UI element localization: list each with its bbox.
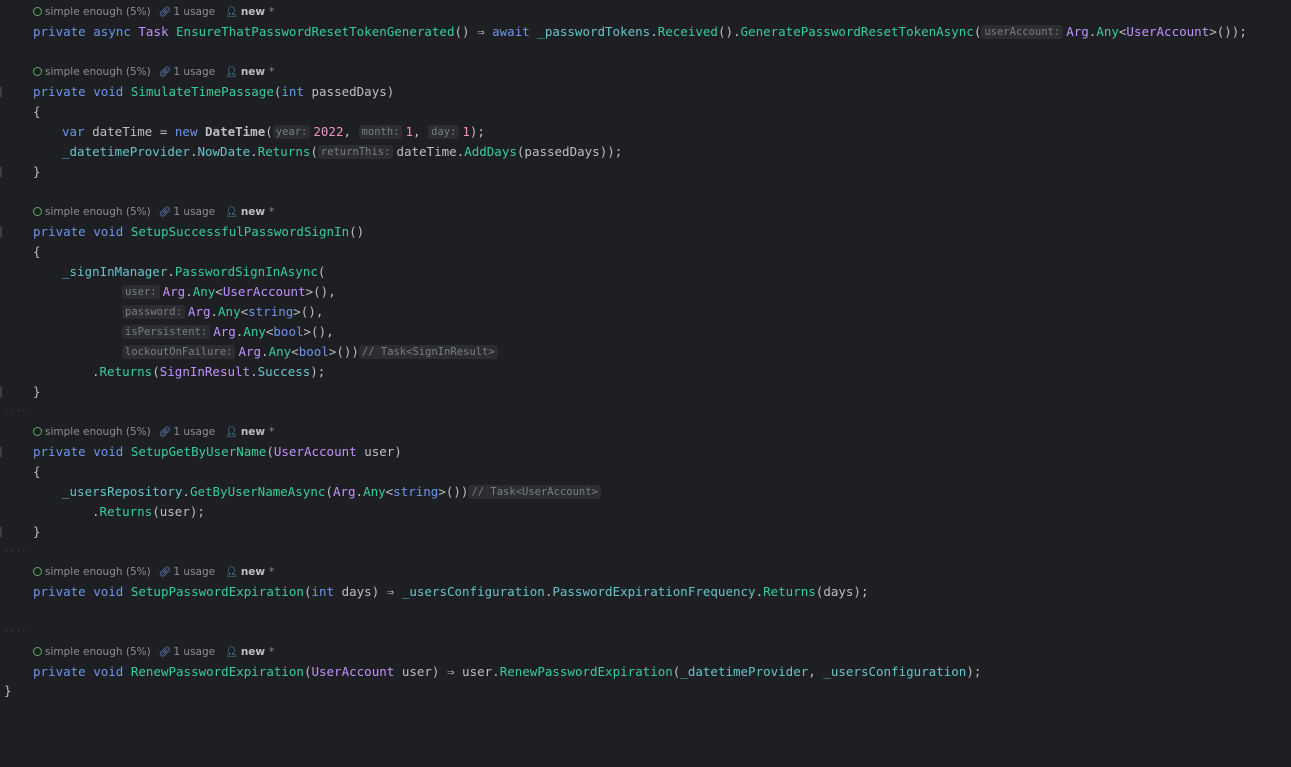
code-line: }: [33, 524, 41, 539]
code-line: _usersRepository.GetByUserNameAsync(Arg.…: [62, 482, 601, 502]
code-lens[interactable]: simple enough (5%) 🔗︎ 1 usage 👤︎ new *: [33, 2, 274, 22]
param-hint: isPersistent:: [122, 325, 211, 339]
complexity-label[interactable]: simple enough (5%): [45, 206, 151, 218]
author-icon: 👤︎: [225, 67, 238, 78]
gutter-fold-marker[interactable]: [0, 87, 2, 97]
usages-label[interactable]: 1 usage: [173, 426, 215, 438]
code-line: .Returns(user);: [92, 504, 205, 519]
code-lens[interactable]: simple enough (5%) 🔗︎ 1 usage 👤︎ new *: [33, 202, 274, 222]
usages-icon: 🔗︎: [158, 207, 172, 218]
complexity-icon: [33, 67, 42, 76]
modified-marker: *: [269, 426, 275, 438]
code-line: password: Arg.Any<string>(),: [122, 302, 323, 322]
complexity-label[interactable]: simple enough (5%): [45, 6, 151, 18]
author-icon: 👤︎: [225, 7, 238, 18]
usages-icon: 🔗︎: [158, 7, 172, 18]
usages-icon: 🔗︎: [158, 67, 172, 78]
usages-label[interactable]: 1 usage: [173, 566, 215, 578]
method-name: SetupPasswordExpiration: [130, 584, 304, 599]
param-hint: day:: [428, 125, 460, 139]
param-hint: lockoutOnFailure:: [122, 345, 236, 359]
code-line: private async Task EnsureThatPasswordRes…: [33, 24, 1247, 39]
gutter-fold-marker[interactable]: [0, 387, 2, 397]
gutter-fold-marker[interactable]: [0, 167, 2, 177]
modified-marker: *: [269, 646, 275, 658]
code-lens[interactable]: simple enough (5%) 🔗︎ 1 usage 👤︎ new *: [33, 422, 274, 442]
author-label[interactable]: new: [241, 566, 265, 578]
folded-region-marker[interactable]: ····: [4, 547, 30, 555]
author-label[interactable]: new: [241, 426, 265, 438]
code-line: var dateTime = new DateTime(year: 2022, m…: [62, 124, 485, 139]
usages-label[interactable]: 1 usage: [173, 66, 215, 78]
code-line: private void SimulateTimePassage(int pas…: [33, 84, 395, 99]
complexity-icon: [33, 427, 42, 436]
complexity-icon: [33, 647, 42, 656]
folded-region-marker[interactable]: ····: [4, 407, 30, 415]
modified-marker: *: [269, 66, 275, 78]
param-hint: user:: [122, 285, 160, 299]
author-label[interactable]: new: [241, 6, 265, 18]
code-editor[interactable]: simple enough (5%) 🔗︎ 1 usage 👤︎ new * privat…: [0, 0, 1291, 767]
code-line: }: [4, 683, 12, 698]
author-icon: 👤︎: [225, 427, 238, 438]
code-line: private void RenewPasswordExpiration(Use…: [33, 664, 982, 679]
code-line: }: [33, 384, 41, 399]
method-name: RenewPasswordExpiration: [130, 664, 304, 679]
method-name: SetupGetByUserName: [130, 444, 267, 459]
code-line: {: [33, 464, 41, 479]
complexity-label[interactable]: simple enough (5%): [45, 66, 151, 78]
code-lens[interactable]: simple enough (5%) 🔗︎ 1 usage 👤︎ new *: [33, 562, 274, 582]
code-line: private void SetupPasswordExpiration(int…: [33, 584, 869, 599]
usages-label[interactable]: 1 usage: [173, 646, 215, 658]
param-hint: year:: [272, 125, 311, 139]
return-type-hint: // Task<SignInResult>: [358, 345, 498, 359]
usages-icon: 🔗︎: [158, 567, 172, 578]
code-lens[interactable]: simple enough (5%) 🔗︎ 1 usage 👤︎ new *: [33, 62, 274, 82]
author-label[interactable]: new: [241, 66, 265, 78]
complexity-label[interactable]: simple enough (5%): [45, 426, 151, 438]
complexity-icon: [33, 7, 42, 16]
usages-icon: 🔗︎: [158, 427, 172, 438]
folded-region-marker[interactable]: ····: [4, 627, 30, 635]
author-label[interactable]: new: [241, 646, 265, 658]
author-icon: 👤︎: [225, 567, 238, 578]
modified-marker: *: [269, 566, 275, 578]
author-label[interactable]: new: [241, 206, 265, 218]
usages-label[interactable]: 1 usage: [173, 206, 215, 218]
code-lens[interactable]: simple enough (5%) 🔗︎ 1 usage 👤︎ new *: [33, 642, 274, 662]
code-line: user: Arg.Any<UserAccount>(),: [122, 282, 336, 302]
code-line: isPersistent: Arg.Any<bool>(),: [122, 322, 334, 342]
param-hint: month:: [358, 125, 403, 139]
modified-marker: *: [269, 206, 275, 218]
code-line: .Returns(SignInResult.Success);: [92, 364, 326, 379]
complexity-icon: [33, 207, 42, 216]
usages-icon: 🔗︎: [158, 647, 172, 658]
complexity-label[interactable]: simple enough (5%): [45, 566, 151, 578]
return-type-hint: // Task<UserAccount>: [468, 485, 601, 499]
code-line: private void SetupGetByUserName(UserAcco…: [33, 444, 402, 459]
complexity-icon: [33, 567, 42, 576]
code-line: }: [33, 164, 41, 179]
param-hint: returnThis:: [317, 145, 394, 159]
code-line: _datetimeProvider.NowDate.Returns(return…: [62, 144, 623, 159]
method-name: SetupSuccessfulPasswordSignIn: [130, 224, 350, 239]
modified-marker: *: [269, 6, 275, 18]
code-line: _signInManager.PasswordSignInAsync(: [62, 264, 326, 279]
complexity-label[interactable]: simple enough (5%): [45, 646, 151, 658]
gutter-fold-marker[interactable]: [0, 527, 2, 537]
method-name: EnsureThatPasswordResetTokenGenerated: [176, 24, 455, 39]
usages-label[interactable]: 1 usage: [173, 6, 215, 18]
param-hint: userAccount:: [981, 25, 1064, 39]
gutter-fold-marker[interactable]: [0, 227, 2, 237]
method-name: SimulateTimePassage: [130, 84, 274, 99]
gutter-fold-marker[interactable]: [0, 447, 2, 457]
author-icon: 👤︎: [225, 207, 238, 218]
param-hint: password:: [122, 305, 185, 319]
code-line: private void SetupSuccessfulPasswordSign…: [33, 224, 365, 239]
author-icon: 👤︎: [225, 647, 238, 658]
code-line: {: [33, 104, 41, 119]
code-line: {: [33, 244, 41, 259]
code-line: lockoutOnFailure: Arg.Any<bool>())// Task…: [122, 342, 498, 362]
